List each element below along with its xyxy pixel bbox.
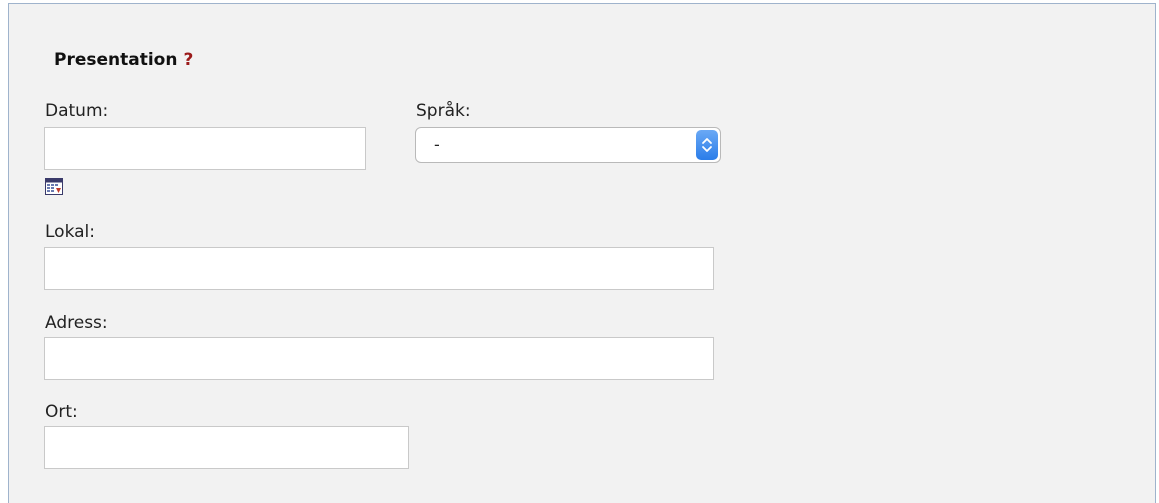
adress-input[interactable] — [44, 337, 714, 380]
lokal-input[interactable] — [44, 247, 714, 290]
sprak-select[interactable]: - — [415, 127, 721, 163]
datum-label: Datum: — [45, 101, 109, 121]
help-link[interactable]: ? — [183, 50, 193, 70]
adress-label: Adress: — [45, 313, 108, 333]
presentation-panel: Presentation? Datum: Språk: - Lokal: Adr… — [8, 3, 1156, 503]
section-title: Presentation — [54, 50, 178, 70]
datum-input[interactable] — [44, 127, 366, 170]
calendar-icon[interactable] — [45, 178, 63, 195]
sprak-label: Språk: — [416, 101, 471, 121]
section-heading: Presentation? — [54, 49, 193, 71]
ort-input[interactable] — [44, 426, 409, 469]
lokal-label: Lokal: — [45, 222, 95, 242]
sprak-selected-value: - — [434, 135, 440, 154]
chevron-updown-icon — [696, 130, 718, 160]
ort-label: Ort: — [45, 402, 78, 422]
